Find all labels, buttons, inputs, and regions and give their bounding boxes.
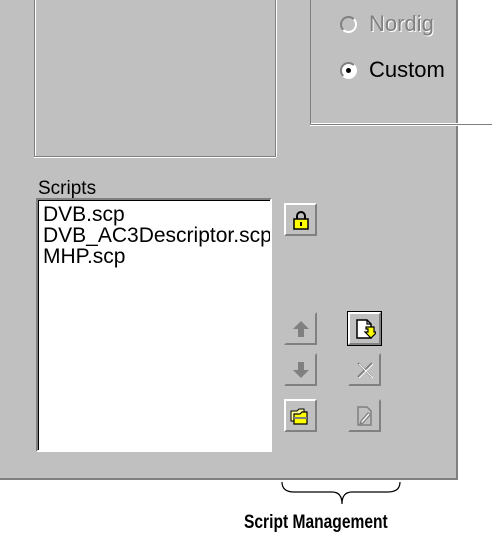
scripts-listbox[interactable]: DVB.scp DVB_AC3Descriptor.scp MHP.scp <box>36 198 272 452</box>
edit-script-button[interactable] <box>348 399 381 432</box>
list-item[interactable]: MHP.scp <box>38 246 270 267</box>
edit-script-icon <box>355 405 375 427</box>
arrow-down-icon <box>292 361 310 379</box>
lock-button[interactable] <box>284 203 317 236</box>
radio-nordig: Nordig <box>340 11 434 37</box>
list-item[interactable]: DVB_AC3Descriptor.scp <box>38 225 270 246</box>
delete-icon <box>355 360 375 380</box>
move-up-button[interactable] <box>284 312 317 345</box>
radio-custom[interactable]: Custom <box>340 57 445 83</box>
annotation-caption: Script Management <box>244 512 388 533</box>
move-down-button[interactable] <box>284 353 317 386</box>
new-script-icon <box>354 318 376 340</box>
folder-icon <box>290 407 312 425</box>
open-folder-button[interactable] <box>284 399 317 432</box>
list-item[interactable]: DVB.scp <box>38 204 270 225</box>
radio-nordig-label: Nordig <box>369 11 434 36</box>
radio-nordig-circle <box>340 15 357 33</box>
lock-icon <box>292 210 310 230</box>
arrow-up-icon <box>292 320 310 338</box>
delete-script-button[interactable] <box>348 353 381 386</box>
left-groupbox <box>34 0 276 157</box>
new-script-button[interactable] <box>347 311 382 346</box>
radio-custom-circle[interactable] <box>340 61 357 79</box>
annotation-brace <box>281 481 401 505</box>
radio-custom-label[interactable]: Custom <box>369 57 445 83</box>
scripts-label: Scripts <box>38 178 97 199</box>
